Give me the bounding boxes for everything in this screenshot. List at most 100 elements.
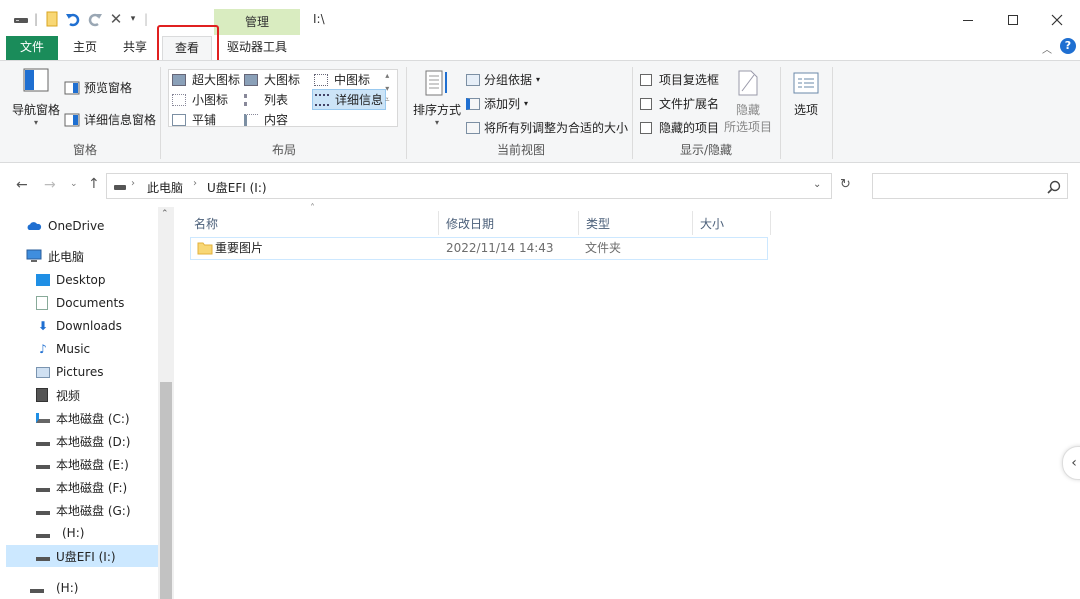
size-all-columns-button[interactable]: 将所有列调整为合适的大小 xyxy=(466,119,628,136)
extra-large-icons-icon xyxy=(172,73,186,86)
close-button[interactable] xyxy=(1034,6,1080,34)
nav-this-pc[interactable]: 此电脑 xyxy=(26,245,84,267)
minimize-button[interactable] xyxy=(945,6,991,34)
column-divider[interactable] xyxy=(692,211,693,235)
details-pane-button[interactable]: 详细信息窗格 xyxy=(64,111,156,128)
recent-locations-chevron-icon[interactable]: ⌄ xyxy=(70,179,78,189)
tab-share[interactable]: 共享 xyxy=(114,36,156,60)
file-list: ˄ 名称 修改日期 类型 大小 重要图片 2022/11/14 14:43 文件… xyxy=(174,203,1080,599)
hidden-items-toggle[interactable]: 隐藏的项目 xyxy=(640,119,719,136)
nav-drive-d[interactable]: 本地磁盘 (D:) xyxy=(36,430,130,452)
nav-desktop[interactable]: Desktop xyxy=(36,269,106,291)
address-history-chevron-icon[interactable]: ⌄ xyxy=(813,179,821,190)
nav-scrollbar-thumb[interactable] xyxy=(160,382,172,599)
item-checkboxes-checkbox[interactable] xyxy=(640,73,652,86)
nav-drive-e[interactable]: 本地磁盘 (E:) xyxy=(36,453,129,475)
layout-list[interactable]: 列表 xyxy=(244,91,288,108)
file-extensions-toggle[interactable]: 文件扩展名 xyxy=(640,95,719,112)
large-icons-icon xyxy=(244,73,258,86)
forward-button[interactable]: → xyxy=(44,177,56,193)
column-divider[interactable] xyxy=(438,211,439,235)
address-bar[interactable]: › 此电脑 › U盘EFI (I:) ⌄ xyxy=(106,173,832,199)
properties-icon[interactable] xyxy=(44,10,60,28)
collapse-ribbon-icon[interactable]: ︿ xyxy=(1042,41,1052,56)
column-divider[interactable] xyxy=(770,211,771,235)
table-row[interactable]: 重要图片 2022/11/14 14:43 文件夹 xyxy=(190,237,768,260)
options-label: 选项 xyxy=(793,103,818,117)
layout-extra-large-icons[interactable]: 超大图标 xyxy=(172,71,240,88)
nav-pane-button[interactable]: 导航窗格 ▾ xyxy=(10,67,62,127)
breadcrumb-this-pc[interactable]: 此电脑 xyxy=(147,179,183,196)
scroll-down-icon[interactable]: ▾ xyxy=(385,84,389,93)
redo-icon[interactable] xyxy=(86,10,104,28)
column-header-name[interactable]: 名称 xyxy=(194,213,218,235)
nav-drive-c[interactable]: 本地磁盘 (C:) xyxy=(36,407,130,429)
nav-downloads[interactable]: ⬇ Downloads xyxy=(36,315,122,337)
qa-separator: | xyxy=(143,12,149,26)
group-label-panes: 窗格 xyxy=(72,143,97,157)
ribbon-separator xyxy=(632,67,633,159)
search-input[interactable] xyxy=(872,173,1068,199)
options-button[interactable]: 选项 xyxy=(786,71,826,118)
layout-tiles[interactable]: 平铺 xyxy=(172,111,216,128)
nav-drive-h-root[interactable]: (H:) xyxy=(30,577,78,599)
column-header-date[interactable]: 修改日期 xyxy=(446,213,494,235)
scroll-up-icon[interactable]: ▴ xyxy=(385,71,389,80)
search-icon xyxy=(1047,180,1061,194)
breadcrumb-drive[interactable]: U盘EFI (I:) xyxy=(207,179,267,196)
nav-drive-f[interactable]: 本地磁盘 (F:) xyxy=(36,476,127,498)
tab-file[interactable]: 文件 xyxy=(6,36,58,60)
delete-icon[interactable]: ✕ xyxy=(108,10,124,28)
layout-medium-icons[interactable]: 中图标 xyxy=(314,71,370,88)
context-tab-manage[interactable]: 管理 xyxy=(214,9,300,35)
layout-small-icons[interactable]: 小图标 xyxy=(172,91,228,108)
layout-content[interactable]: 内容 xyxy=(244,111,288,128)
nav-pictures[interactable]: Pictures xyxy=(36,361,104,383)
size-columns-icon xyxy=(466,121,480,134)
add-columns-button[interactable]: 添加列 ▾ xyxy=(466,95,528,112)
group-by-icon xyxy=(466,73,480,86)
nav-item-label: Documents xyxy=(56,296,125,310)
nav-music[interactable]: ♪ Music xyxy=(36,338,90,360)
item-checkboxes-toggle[interactable]: 项目复选框 xyxy=(640,71,719,88)
layout-details[interactable]: 详细信息 xyxy=(312,89,387,110)
nav-drive-i[interactable]: U盘EFI (I:) xyxy=(6,545,158,567)
scroll-up-icon[interactable]: ⌃ xyxy=(161,209,169,219)
group-by-button[interactable]: 分组依据 ▾ xyxy=(466,71,540,88)
back-button[interactable]: ← xyxy=(16,177,28,193)
layout-large-icons[interactable]: 大图标 xyxy=(244,71,300,88)
usb-drive-icon xyxy=(36,557,50,561)
column-divider[interactable] xyxy=(578,211,579,235)
preview-pane-button[interactable]: 预览窗格 xyxy=(64,79,132,96)
customize-qa-chevron-icon[interactable]: ▾ xyxy=(127,10,139,28)
tab-home[interactable]: 主页 xyxy=(64,36,106,60)
nav-drive-g[interactable]: 本地磁盘 (G:) xyxy=(36,499,131,521)
sort-by-button[interactable]: 排序方式 ▾ xyxy=(412,69,462,127)
nav-drive-h[interactable]: (H:) xyxy=(36,522,84,544)
sort-ascending-icon: ˄ xyxy=(310,203,315,214)
help-icon[interactable]: ? xyxy=(1060,38,1076,54)
nav-onedrive[interactable]: OneDrive xyxy=(26,215,104,237)
undo-icon[interactable] xyxy=(64,10,82,28)
nav-item-label: (H:) xyxy=(62,526,85,540)
nav-documents[interactable]: Documents xyxy=(36,292,124,314)
layout-gallery-scroll[interactable]: ▴ ▾ ⩡ xyxy=(385,71,390,105)
nav-videos[interactable]: 视频 xyxy=(36,384,80,406)
tab-drive-tools[interactable]: 驱动器工具 xyxy=(218,36,296,60)
ribbon-separator xyxy=(406,67,407,159)
column-header-type[interactable]: 类型 xyxy=(586,213,610,235)
maximize-button[interactable] xyxy=(990,6,1036,34)
more-icon[interactable]: ⩡ xyxy=(385,95,390,105)
title-bar: | ✕ ▾ | 管理 I:\ xyxy=(0,0,1080,36)
drive-icon[interactable] xyxy=(12,10,30,28)
hide-selected-button[interactable]: 隐藏 所选项目 xyxy=(724,69,772,135)
music-note-icon: ♪ xyxy=(39,342,47,356)
breadcrumb-separator-icon: › xyxy=(193,178,197,189)
column-header-size[interactable]: 大小 xyxy=(700,213,724,235)
hidden-items-checkbox[interactable] xyxy=(640,121,652,134)
up-button[interactable]: ↑ xyxy=(88,176,100,192)
refresh-button[interactable]: ↻ xyxy=(840,177,851,192)
file-extensions-checkbox[interactable] xyxy=(640,97,652,110)
medium-icons-icon xyxy=(314,73,328,86)
navigation-pane: OneDrive 此电脑 Desktop Documents ⬇ Downloa… xyxy=(0,207,174,599)
